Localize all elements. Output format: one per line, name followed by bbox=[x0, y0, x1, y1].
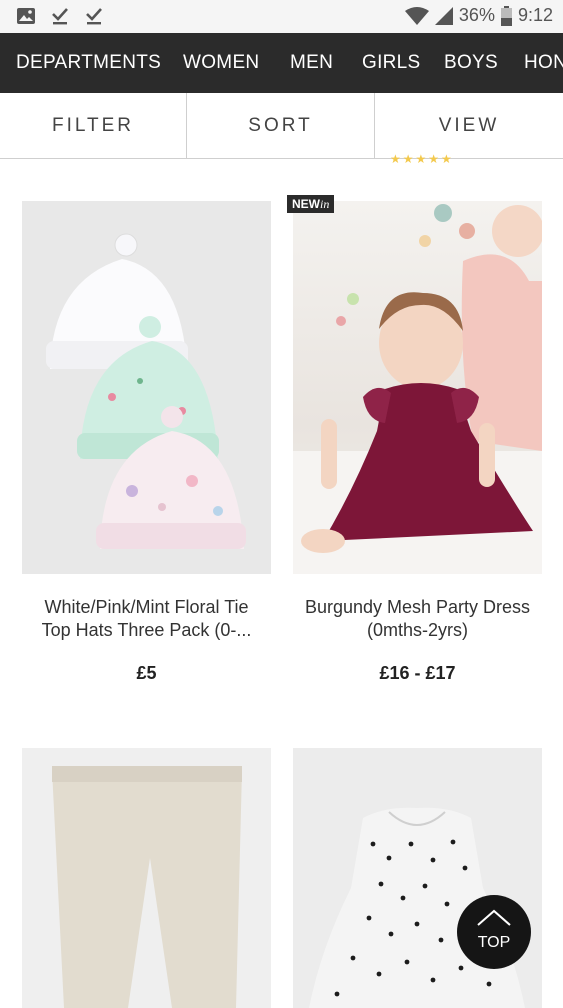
department-nav: DEPARTMENTS WOMEN MEN GIRLS BOYS HON bbox=[0, 33, 563, 93]
sort-button[interactable]: SORT bbox=[187, 93, 375, 158]
product-price: £5 bbox=[136, 663, 157, 683]
nav-item-girls[interactable]: GIRLS bbox=[362, 33, 421, 93]
badge-new: NEW bbox=[292, 197, 320, 211]
nav-item-men[interactable]: MEN bbox=[290, 33, 333, 93]
new-in-badge: NEWin bbox=[287, 195, 335, 213]
battery-percent: 36% bbox=[458, 5, 495, 25]
nav-item-boys[interactable]: BOYS bbox=[444, 33, 498, 93]
product-image[interactable] bbox=[293, 748, 542, 1008]
battery-icon bbox=[500, 5, 512, 26]
badge-in: in bbox=[320, 197, 330, 211]
status-bar: 36% 9:12 bbox=[0, 0, 563, 33]
back-to-top-button[interactable]: TOP bbox=[457, 895, 531, 969]
back-to-top-label: TOP bbox=[477, 934, 511, 951]
filter-button[interactable]: FILTER bbox=[0, 93, 187, 158]
wifi-icon bbox=[404, 6, 429, 25]
rating-stars: ★★★★★ bbox=[390, 152, 454, 166]
nav-item-home[interactable]: HON bbox=[524, 33, 563, 93]
nav-item-departments[interactable]: DEPARTMENTS bbox=[16, 33, 161, 93]
download-done-icon bbox=[52, 8, 68, 25]
clock: 9:12 bbox=[517, 5, 553, 25]
product-card[interactable]: White/Pink/Mint Floral Tie Top Hats Thre… bbox=[22, 201, 271, 684]
product-image[interactable] bbox=[22, 201, 271, 574]
product-price: £16 - £17 bbox=[379, 663, 456, 683]
product-image[interactable] bbox=[22, 748, 271, 1008]
view-button[interactable]: VIEW bbox=[375, 93, 563, 158]
product-title[interactable]: White/Pink/Mint Floral Tie Top Hats Thre… bbox=[22, 596, 271, 642]
product-card[interactable]: Burgundy Mesh Party Dress (0mths-2yrs) £… bbox=[293, 201, 542, 684]
signal-icon bbox=[434, 6, 453, 25]
download-done-icon bbox=[86, 8, 102, 25]
list-toolbar: FILTER SORT VIEW bbox=[0, 93, 563, 159]
chevron-up-icon bbox=[477, 909, 511, 926]
nav-item-women[interactable]: WOMEN bbox=[183, 33, 259, 93]
product-title[interactable]: Burgundy Mesh Party Dress (0mths-2yrs) bbox=[293, 596, 542, 642]
image-icon bbox=[17, 8, 35, 24]
product-image[interactable] bbox=[293, 201, 542, 574]
